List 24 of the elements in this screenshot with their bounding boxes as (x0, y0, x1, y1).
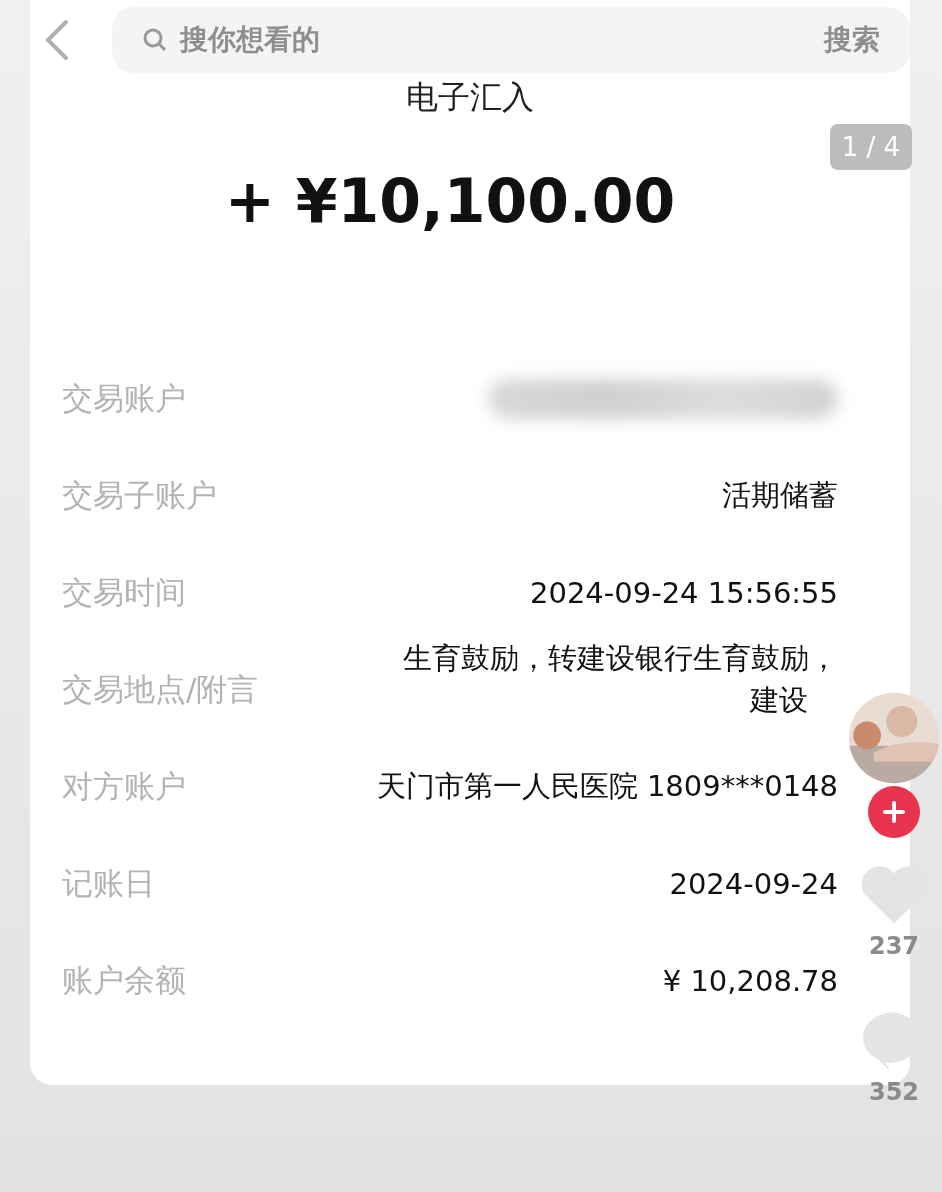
detail-value: ¥ 10,208.78 (662, 963, 838, 998)
search-button[interactable]: 搜索 (824, 21, 880, 59)
detail-value: 天门市第一人民医院 1809***0148 (376, 767, 838, 805)
detail-label: 对方账户 (62, 766, 186, 806)
detail-value: 活期储蓄 (722, 476, 838, 514)
detail-label: 交易时间 (62, 572, 186, 612)
detail-value: 2024-09-24 (669, 866, 838, 901)
detail-label: 记账日 (62, 863, 155, 903)
detail-label: 账户余额 (62, 960, 186, 1000)
amount: + ¥10,100.00 (223, 166, 677, 236)
detail-label: 交易子账户 (62, 475, 217, 515)
search-placeholder: 搜你想看的 (180, 22, 321, 58)
search-field[interactable]: 搜你想看的 搜索 (112, 7, 910, 73)
like-count: 237 (868, 932, 920, 960)
search-icon (142, 27, 168, 53)
detail-label: 交易地点/附言 (62, 669, 259, 709)
plus-icon (882, 800, 906, 824)
comment-count: 352 (868, 1078, 920, 1106)
page-indicator: 1 / 4 (829, 124, 912, 170)
detail-value: 建设 (750, 681, 808, 719)
page-title: 电子汇入 (405, 77, 535, 118)
detail-label: 交易账户 (62, 378, 186, 418)
detail-value: 2024-09-24 15:56:55 (530, 575, 838, 610)
detail-value: 生育鼓励，转建设银行生育鼓励， (403, 639, 838, 677)
